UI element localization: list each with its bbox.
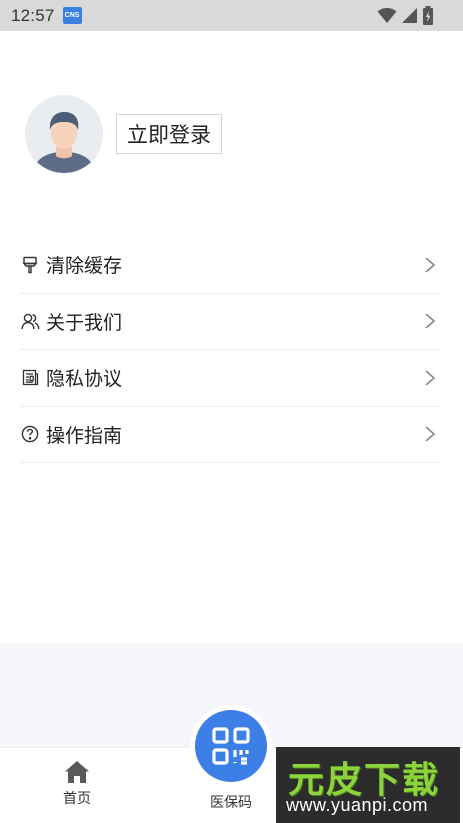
menu-item-label: 隐私协议 [46,368,123,391]
medical-insurance-code-button[interactable] [195,710,267,782]
avatar-person-icon [25,95,103,173]
signal-icon [402,8,417,23]
login-button[interactable]: 立即登录 [116,114,222,154]
status-icons [377,6,434,25]
avatar[interactable] [25,95,103,173]
brush-icon [20,255,40,275]
home-icon [65,761,89,783]
help-circle-icon [20,424,40,444]
menu-item-label: 关于我们 [46,311,123,334]
app-badge-icon: CNS [62,7,82,24]
battery-icon [423,6,433,25]
menu-item-about-us[interactable]: 关于我们 [20,294,442,350]
status-bar: 12:57 CNS [0,0,463,31]
nav-home-label: 首页 [63,791,91,807]
nav-qr-label: 医保码 [210,795,252,811]
menu-item-clear-cache[interactable]: 清除缓存 [20,237,442,294]
menu-item-label: 操作指南 [46,424,123,447]
chevron-right-icon [425,257,436,273]
nav-home-tab[interactable]: 首页 [48,760,106,808]
users-icon [20,311,40,331]
status-time: 12:57 [11,5,55,25]
qr-code-icon [212,727,250,765]
document-icon [20,368,40,388]
chevron-right-icon [425,426,436,442]
profile-section: 立即登录 [25,95,222,173]
chevron-right-icon [425,370,436,386]
watermark-url: www.yuanpi.com [286,795,429,815]
chevron-right-icon [425,313,436,329]
menu-item-privacy[interactable]: 隐私协议 [20,350,442,407]
menu-item-guide[interactable]: 操作指南 [20,407,442,463]
menu-item-label: 清除缓存 [46,255,123,278]
wifi-icon [377,8,397,23]
watermark-logo: 元皮下载 www.yuanpi.com [276,747,460,823]
settings-menu: 清除缓存 关于我们 隐私协议 操作指南 [20,237,442,463]
